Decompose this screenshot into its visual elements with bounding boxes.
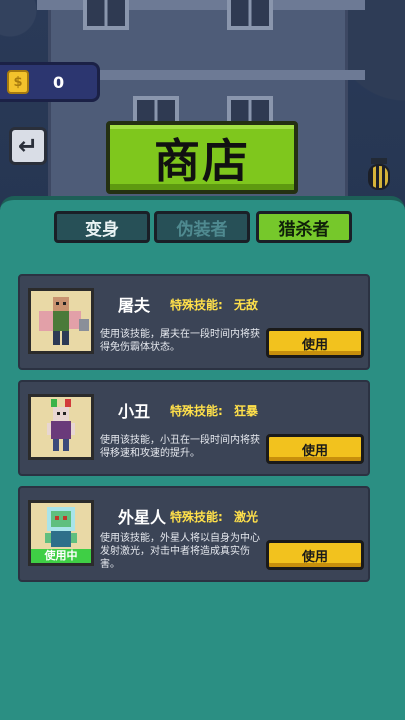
tab-morph[interactable]: 变身	[54, 211, 150, 243]
skill-value: 狂暴	[234, 404, 259, 418]
back-arrow-icon: ↵	[17, 132, 39, 160]
alien-portrait: 使用中	[28, 500, 94, 566]
skill-description: 使用该技能，屠夫在一段时间内将获得免伤霸体状态。	[100, 329, 260, 353]
skill-value: 激光	[234, 510, 259, 524]
skill-label: 特殊技能:	[170, 510, 223, 524]
character-name: 屠夫	[118, 296, 151, 315]
coin-counter: $ 0	[0, 62, 100, 102]
lantern-icon	[366, 158, 392, 194]
skill-value: 无敌	[234, 298, 259, 312]
clown-icon	[31, 397, 91, 457]
character-card-clown: 小丑 特殊技能: 狂暴 使用该技能，小丑在一段时间内将获得移速和攻速的提升。 使…	[18, 380, 370, 476]
use-button[interactable]: 使用	[266, 328, 364, 358]
butcher-icon	[31, 291, 91, 351]
back-button[interactable]: ↵	[9, 127, 47, 165]
skill-description: 使用该技能，外星人将以自身为中心发射激光，对击中者将造成真实伤害。	[100, 533, 260, 570]
skill-description: 使用该技能，小丑在一段时间内将获得移速和攻速的提升。	[100, 435, 260, 459]
skill-label: 特殊技能:	[170, 404, 223, 418]
clown-portrait	[28, 394, 94, 460]
skill-label: 特殊技能:	[170, 298, 223, 312]
tab-killer[interactable]: 猎杀者	[256, 211, 352, 243]
butcher-portrait	[28, 288, 94, 354]
use-button[interactable]: 使用	[266, 540, 364, 570]
building-window	[227, 0, 273, 30]
tree-decoration-left	[0, 0, 40, 60]
in-use-badge: 使用中	[31, 549, 91, 563]
character-name: 小丑	[118, 402, 151, 421]
tab-disguise[interactable]: 伪装者	[154, 211, 250, 243]
character-card-alien: 使用中 外星人 特殊技能: 激光 使用该技能，外星人将以自身为中心发射激光，对击…	[18, 486, 370, 582]
coin-count: 0	[53, 72, 65, 92]
use-button[interactable]: 使用	[266, 434, 364, 464]
character-name: 外星人	[118, 508, 167, 527]
page-title: 商店	[106, 121, 298, 194]
building-window	[83, 0, 129, 30]
coin-icon: $	[7, 70, 29, 94]
character-card-butcher: 屠夫 特殊技能: 无敌 使用该技能，屠夫在一段时间内将获得免伤霸体状态。 使用	[18, 274, 370, 370]
